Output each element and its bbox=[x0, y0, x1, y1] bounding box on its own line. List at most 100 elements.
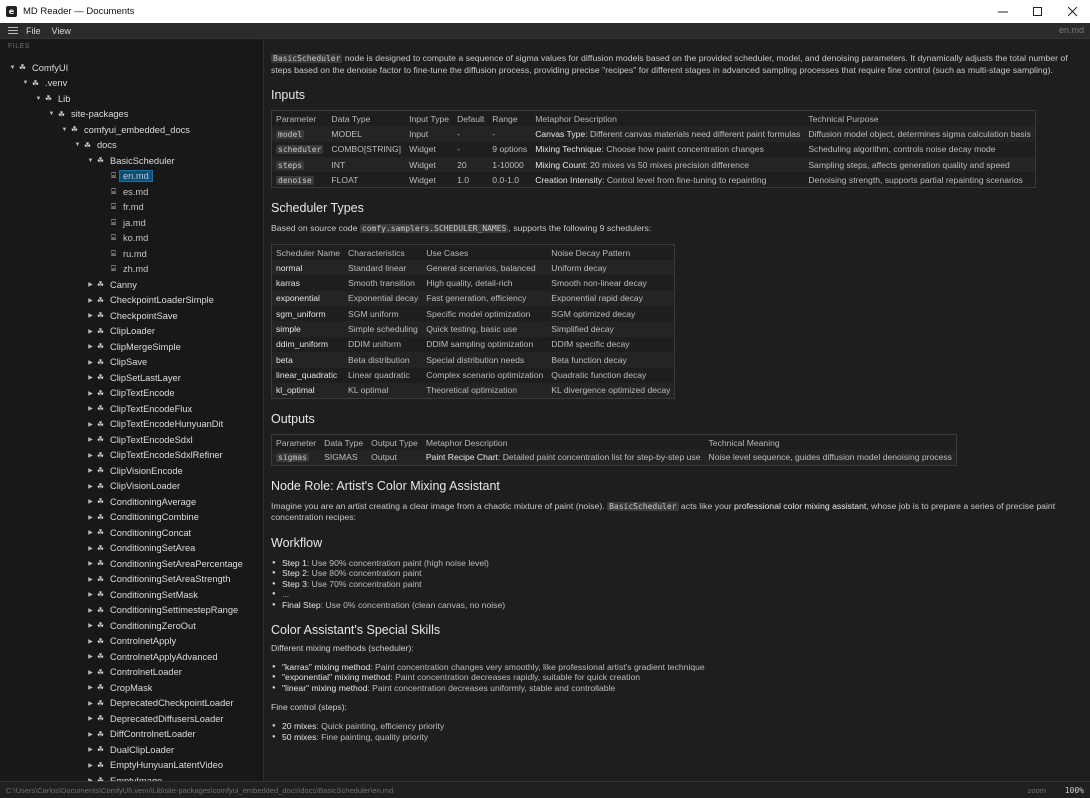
tree-folder-item[interactable]: ▶ ☘ ConditioningAverage bbox=[0, 494, 263, 510]
chevron-right-icon[interactable]: ▶ bbox=[86, 405, 95, 412]
tree-folder-item[interactable]: ▼ ☘ comfyui_embedded_docs bbox=[0, 122, 263, 138]
tree-folder-item[interactable]: ▶ ☘ ClipVisionEncode bbox=[0, 463, 263, 479]
zoom-level[interactable]: 100% bbox=[1065, 786, 1084, 795]
tree-folder-item[interactable]: ▶ ☘ EmptyHunyuanLatentVideo bbox=[0, 758, 263, 774]
tree-folder-item[interactable]: ▼ ☘ ComfyUI bbox=[0, 60, 263, 76]
chevron-right-icon[interactable]: ▶ bbox=[86, 514, 95, 521]
maximize-button[interactable] bbox=[1020, 0, 1055, 23]
chevron-right-icon[interactable]: ▶ bbox=[86, 638, 95, 645]
tree-file-item[interactable]: ⌸ ko.md bbox=[0, 231, 263, 247]
chevron-right-icon[interactable]: ▶ bbox=[86, 297, 95, 304]
chevron-right-icon[interactable]: ▶ bbox=[86, 359, 95, 366]
menu-view[interactable]: View bbox=[52, 26, 71, 36]
table-cell: DDIM specific decay bbox=[551, 339, 630, 350]
tree-folder-item[interactable]: ▶ ☘ ControlnetLoader bbox=[0, 665, 263, 681]
tree-folder-item[interactable]: ▶ ☘ Canny bbox=[0, 277, 263, 293]
tree-folder-item[interactable]: ▶ ☘ ConditioningSetArea bbox=[0, 541, 263, 557]
close-button[interactable] bbox=[1055, 0, 1090, 23]
file-sidebar: FILES ▼ ☘ ComfyUI ▼ ☘ .venv ▼ ☘ Lib ▼ ☘ site-packag… bbox=[0, 39, 264, 781]
chevron-right-icon[interactable]: ▶ bbox=[86, 421, 95, 428]
chevron-right-icon[interactable]: ▶ bbox=[86, 684, 95, 691]
table-cell: Output bbox=[367, 449, 422, 466]
tree-folder-item[interactable]: ▶ ☘ ConditioningConcat bbox=[0, 525, 263, 541]
chevron-right-icon[interactable]: ▶ bbox=[86, 700, 95, 707]
tree-folder-item[interactable]: ▶☘EmptyImage bbox=[0, 773, 263, 781]
chevron-right-icon[interactable]: ▶ bbox=[86, 715, 95, 722]
chevron-right-icon[interactable]: ▶ bbox=[86, 529, 95, 536]
chevron-down-icon[interactable]: ▼ bbox=[21, 80, 30, 86]
tree-folder-item[interactable]: ▼ ☘ BasicScheduler bbox=[0, 153, 263, 169]
chevron-right-icon[interactable]: ▶ bbox=[86, 328, 95, 335]
chevron-right-icon[interactable]: ▶ bbox=[86, 343, 95, 350]
chevron-right-icon[interactable]: ▶ bbox=[86, 374, 95, 381]
tree-folder-item[interactable]: ▶ ☘ ClipTextEncodeHunyuanDit bbox=[0, 417, 263, 433]
tree-file-item[interactable]: ⌸ zh.md bbox=[0, 262, 263, 278]
chevron-right-icon[interactable]: ▶ bbox=[86, 669, 95, 676]
chevron-right-icon[interactable]: ▶ bbox=[86, 576, 95, 583]
tree-folder-item[interactable]: ▶ ☘ CropMask bbox=[0, 680, 263, 696]
tree-folder-item[interactable]: ▶ ☘ DualClipLoader bbox=[0, 742, 263, 758]
tree-folder-item[interactable]: ▶ ☘ ConditioningSetAreaPercentage bbox=[0, 556, 263, 572]
tree-folder-item[interactable]: ▶ ☘ ClipVisionLoader bbox=[0, 479, 263, 495]
chevron-right-icon[interactable]: ▶ bbox=[86, 560, 95, 567]
chevron-right-icon[interactable]: ▶ bbox=[86, 483, 95, 490]
chevron-right-icon[interactable]: ▶ bbox=[86, 607, 95, 614]
chevron-right-icon[interactable]: ▶ bbox=[86, 762, 95, 769]
chevron-down-icon[interactable]: ▼ bbox=[60, 127, 69, 133]
minimize-button[interactable] bbox=[985, 0, 1020, 23]
chevron-down-icon[interactable]: ▼ bbox=[47, 111, 56, 117]
tree-folder-item[interactable]: ▶ ☘ ControlnetApply bbox=[0, 634, 263, 650]
chevron-right-icon[interactable]: ▶ bbox=[86, 436, 95, 443]
workflow-heading: Workflow bbox=[271, 535, 323, 550]
tree-folder-item[interactable]: ▶ ☘ ClipLoader bbox=[0, 324, 263, 340]
tree-file-item[interactable]: ⌸ es.md bbox=[0, 184, 263, 200]
tree-folder-item[interactable]: ▶ ☘ ClipMergeSimple bbox=[0, 339, 263, 355]
chevron-right-icon[interactable]: ▶ bbox=[86, 653, 95, 660]
chevron-right-icon[interactable]: ▶ bbox=[86, 622, 95, 629]
tree-folder-item[interactable]: ▶ ☘ ConditioningSetMask bbox=[0, 587, 263, 603]
chevron-right-icon[interactable]: ▶ bbox=[86, 312, 95, 319]
tree-file-item[interactable]: ⌸ ja.md bbox=[0, 215, 263, 231]
tree-folder-item[interactable]: ▼ ☘ site-packages bbox=[0, 107, 263, 123]
tree-folder-item[interactable]: ▶ ☘ ClipTextEncodeSdxl bbox=[0, 432, 263, 448]
tree-folder-item[interactable]: ▶ ☘ ClipTextEncode bbox=[0, 386, 263, 402]
tree-folder-item[interactable]: ▶ ☘ CheckpointLoaderSimple bbox=[0, 293, 263, 309]
tree-folder-item[interactable]: ▶ ☘ ClipSetLastLayer bbox=[0, 370, 263, 386]
tree-folder-item[interactable]: ▶ ☘ DeprecatedDiffusersLoader bbox=[0, 711, 263, 727]
tree-folder-item[interactable]: ▼ ☘ Lib bbox=[0, 91, 263, 107]
folder-icon: ☘ bbox=[96, 652, 105, 662]
chevron-right-icon[interactable]: ▶ bbox=[86, 467, 95, 474]
tree-folder-item[interactable]: ▼ ☘ .venv bbox=[0, 76, 263, 92]
tree-file-item[interactable]: ⌸ en.md bbox=[0, 169, 263, 185]
chevron-right-icon[interactable]: ▶ bbox=[86, 545, 95, 552]
tree-item-label: en.md bbox=[119, 170, 153, 183]
tree-folder-item[interactable]: ▶ ☘ ConditioningCombine bbox=[0, 510, 263, 526]
tree-folder-item[interactable]: ▶ ☘ ClipTextEncodeFlux bbox=[0, 401, 263, 417]
list-item-bold: "exponential" mixing method bbox=[282, 672, 391, 683]
tree-folder-item[interactable]: ▼ ☘ docs bbox=[0, 138, 263, 154]
tree-folder-item[interactable]: ▶ ☘ DeprecatedCheckpointLoader bbox=[0, 696, 263, 712]
chevron-down-icon[interactable]: ▼ bbox=[34, 96, 43, 102]
chevron-right-icon[interactable]: ▶ bbox=[86, 746, 95, 753]
tree-file-item[interactable]: ⌸ fr.md bbox=[0, 200, 263, 216]
tree-folder-item[interactable]: ▶ ☘ ControlnetApplyAdvanced bbox=[0, 649, 263, 665]
chevron-right-icon[interactable]: ▶ bbox=[86, 281, 95, 288]
tree-folder-item[interactable]: ▶ ☘ ConditioningSetAreaStrength bbox=[0, 572, 263, 588]
tree-folder-item[interactable]: ▶ ☘ CheckpointSave bbox=[0, 308, 263, 324]
chevron-down-icon[interactable]: ▼ bbox=[73, 142, 82, 148]
tree-folder-item[interactable]: ▶ ☘ ConditioningZeroOut bbox=[0, 618, 263, 634]
chevron-right-icon[interactable]: ▶ bbox=[86, 390, 95, 397]
tree-folder-item[interactable]: ▶ ☘ ConditioningSettimestepRange bbox=[0, 603, 263, 619]
hamburger-menu-icon[interactable] bbox=[8, 27, 18, 34]
chevron-right-icon[interactable]: ▶ bbox=[86, 591, 95, 598]
tree-folder-item[interactable]: ▶ ☘ DiffControlnetLoader bbox=[0, 727, 263, 743]
tree-folder-item[interactable]: ▶ ☘ ClipTextEncodeSdxlRefiner bbox=[0, 448, 263, 464]
chevron-down-icon[interactable]: ▼ bbox=[8, 65, 17, 71]
chevron-right-icon[interactable]: ▶ bbox=[86, 452, 95, 459]
chevron-down-icon[interactable]: ▼ bbox=[86, 158, 95, 164]
chevron-right-icon[interactable]: ▶ bbox=[86, 731, 95, 738]
chevron-right-icon[interactable]: ▶ bbox=[86, 498, 95, 505]
menu-file[interactable]: File bbox=[26, 26, 41, 36]
tree-folder-item[interactable]: ▶ ☘ ClipSave bbox=[0, 355, 263, 371]
tree-file-item[interactable]: ⌸ ru.md bbox=[0, 246, 263, 262]
